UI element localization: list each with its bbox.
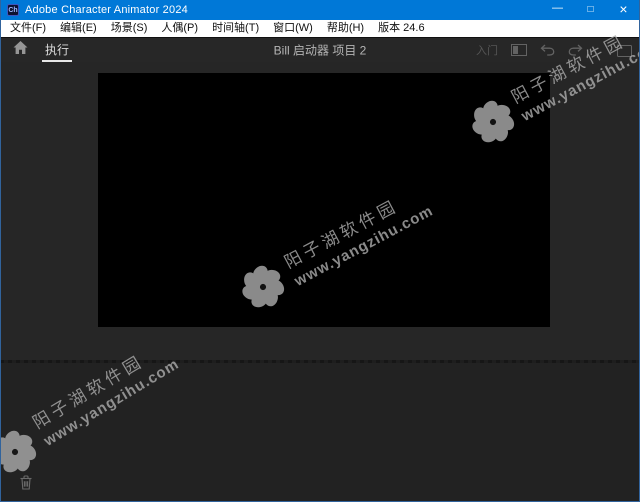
redo-icon[interactable]: [568, 44, 583, 56]
menu-file[interactable]: 文件(F): [3, 20, 53, 37]
menu-window[interactable]: 窗口(W): [266, 20, 320, 37]
maximize-button[interactable]: □: [574, 0, 607, 20]
snapshot-icon[interactable]: [617, 44, 632, 57]
menubar: 文件(F) 编辑(E) 场景(S) 人偶(P) 时间轴(T) 窗口(W) 帮助(…: [0, 20, 640, 37]
app-icon[interactable]: Ch: [7, 4, 19, 16]
trash-button[interactable]: [19, 475, 33, 495]
home-icon: [13, 40, 28, 60]
scene-panel: [0, 62, 640, 360]
menu-timeline[interactable]: 时间轴(T): [205, 20, 266, 37]
tab-perform[interactable]: 执行: [42, 38, 73, 62]
project-title: Bill 启动器 项目 2: [273, 43, 367, 58]
undo-icon[interactable]: [540, 44, 555, 56]
home-button[interactable]: [0, 38, 36, 62]
toolbar-right-group: 入门: [476, 38, 632, 62]
close-button[interactable]: ×: [607, 0, 640, 20]
panel-toggle-icon[interactable]: [511, 44, 527, 56]
panel-resize-handle[interactable]: [0, 360, 640, 363]
scene-viewport[interactable]: [98, 73, 550, 327]
timeline-panel: [0, 363, 640, 502]
menu-edit[interactable]: 编辑(E): [53, 20, 104, 37]
window-controls: — □ ×: [541, 0, 640, 20]
menu-help[interactable]: 帮助(H): [320, 20, 371, 37]
menu-scene[interactable]: 场景(S): [104, 20, 155, 37]
menu-puppet[interactable]: 人偶(P): [154, 20, 205, 37]
menu-version-label: 版本 24.6: [378, 22, 425, 34]
titlebar: Ch Adobe Character Animator 2024 — □ ×: [0, 0, 640, 20]
minimize-button[interactable]: —: [541, 0, 574, 20]
toolbar: 执行 Bill 启动器 项目 2 入门: [0, 37, 640, 62]
get-started-button[interactable]: 入门: [476, 42, 498, 58]
tab-perform-label: 执行: [45, 42, 70, 57]
app-window: Ch Adobe Character Animator 2024 — □ × 文…: [0, 0, 640, 502]
window-title: Adobe Character Animator 2024: [25, 4, 188, 16]
